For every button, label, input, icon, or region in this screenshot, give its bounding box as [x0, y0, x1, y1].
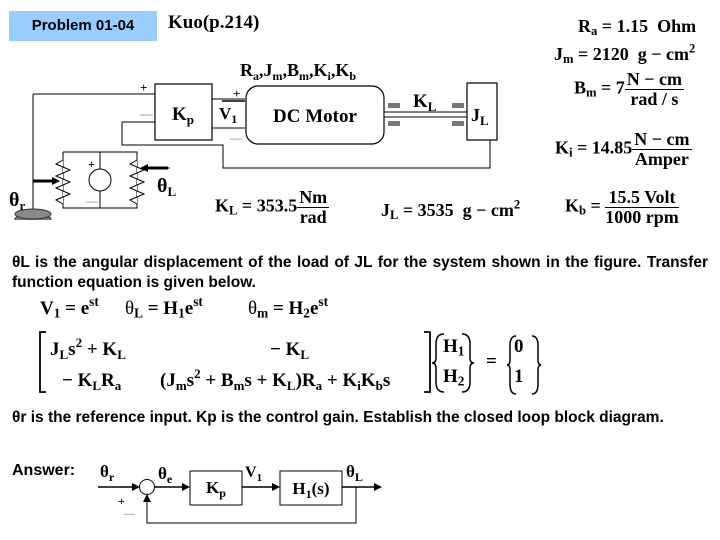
- motor-params: Ra,Jm,Bm,Ki,Kb: [240, 60, 356, 83]
- svg-text:+: +: [88, 157, 95, 171]
- rhs-value-1: 1: [514, 366, 524, 387]
- equation-theta-m: θm = H2est: [248, 294, 328, 321]
- problem-label: Problem 01-04: [9, 11, 157, 41]
- equals-sign: =: [486, 351, 497, 372]
- summing-junction: [139, 479, 155, 495]
- equation-v1: V1 = est: [40, 294, 99, 321]
- block-diagram: θr + — θe Kp V1 H1(s) θL: [98, 462, 382, 524]
- equation-theta-l: θL = H1est: [125, 294, 203, 321]
- svg-text:—: —: [139, 106, 154, 121]
- rhs-value-0: 0: [514, 336, 524, 357]
- param-ki: Ki = 14.85 N − cm Amper: [555, 129, 692, 169]
- paragraph-task: θr is the reference input. Kp is the con…: [12, 409, 664, 426]
- param-kl: KL = 353.5 Nm rad: [215, 187, 330, 227]
- svg-text:+: +: [140, 80, 147, 95]
- param-jm: Jm = 2120 g − cm2: [554, 41, 696, 67]
- svg-text:+: +: [233, 86, 240, 101]
- svg-text:—: —: [85, 194, 99, 208]
- svg-text:+: +: [118, 494, 125, 508]
- intermediate-label: V1: [245, 464, 262, 484]
- param-jl: JL = 3535 g − cm2: [381, 197, 521, 223]
- svg-text:− KLRa: − KLRa: [62, 370, 122, 393]
- block-input-label: θr: [100, 462, 115, 484]
- svg-text:—: —: [123, 508, 136, 520]
- plant-label: H1(s): [292, 479, 329, 501]
- block-error-label: θe: [158, 464, 173, 486]
- matrix-equation: JLs2 + KL − KL − KLRa (Jms2 + Bms + KL)R…: [39, 331, 475, 393]
- svg-text:θr: θr: [9, 189, 25, 213]
- v1-label: V1: [219, 104, 237, 126]
- svg-text:JLs2 + KL: JLs2 + KL: [50, 335, 126, 362]
- paragraph-description: θL is the angular displacement of the lo…: [12, 254, 708, 291]
- output-arrow: [374, 483, 382, 491]
- param-ra: Ra = 1.15 Ohm: [578, 16, 697, 39]
- dc-motor-label: DC Motor: [273, 106, 357, 127]
- source-reference: Kuo(p.214): [168, 12, 260, 33]
- rhs-braces: [506, 335, 542, 395]
- kl-shaft-label: KL: [413, 91, 437, 114]
- svg-text:θL: θL: [157, 175, 176, 199]
- answer-label: Answer:: [12, 462, 76, 479]
- vector-h2: H2: [443, 366, 465, 389]
- svg-text:− KL: − KL: [270, 339, 309, 362]
- svg-text:—: —: [229, 131, 243, 145]
- vector-h1: H1: [443, 336, 465, 359]
- param-bm: Bm = 7N − cm rad / s: [574, 69, 685, 109]
- block-output-label: θL: [346, 462, 363, 484]
- svg-text:(Jms2 + Bms + KL)Ra + KiKbs: (Jms2 + Bms + KL)Ra + KiKbs: [160, 366, 390, 393]
- param-kb: Kb = 15.5 Volt 1000 rpm: [565, 187, 679, 227]
